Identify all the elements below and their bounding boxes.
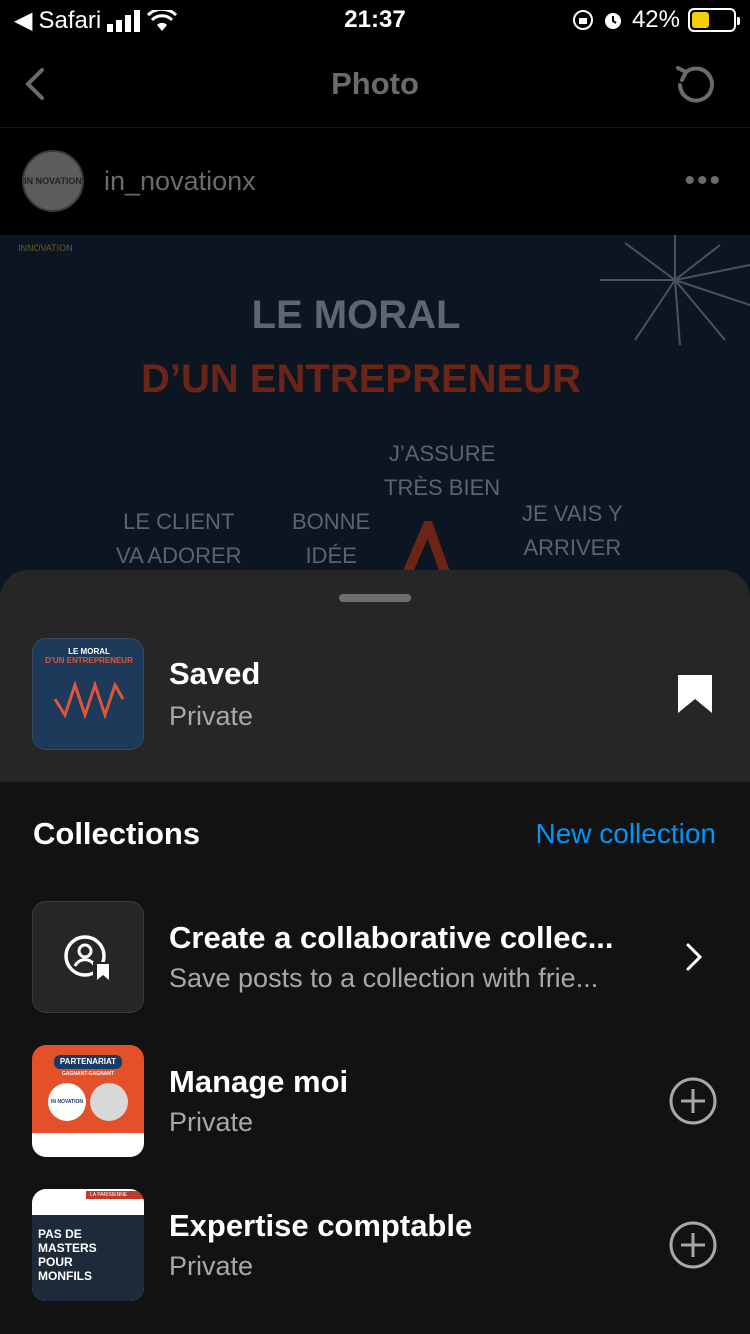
thumb-zigzag (53, 680, 125, 719)
collections-heading: Collections (33, 816, 201, 851)
page-title: Photo (331, 66, 419, 101)
saved-title[interactable]: Saved (169, 656, 260, 692)
plus-circle-icon[interactable] (668, 1220, 718, 1270)
post-header: IN NOVATION in_novationx ••• (0, 128, 750, 235)
collection-subtitle: Private (169, 1251, 254, 1281)
collaborative-collection-thumbnail[interactable] (32, 901, 144, 1013)
alarm-icon (604, 13, 621, 29)
thumb-graphic (90, 1083, 128, 1121)
post-image-word-group: BONNE IDÉE (292, 509, 371, 568)
collection-title[interactable]: Manage moi (169, 1064, 348, 1100)
collection-thumbnail[interactable]: PARTENARIAT GAGNANT-GAGNANT IN NOVATION (32, 1045, 144, 1157)
collection-thumbnail[interactable]: LA PARISIENNE PAS DE MASTERS POUR MONFIL… (32, 1189, 144, 1301)
sheet-handle[interactable] (339, 594, 411, 602)
chevron-right-icon[interactable] (684, 942, 704, 972)
status-bar: ◀ Safari 21:37 42% (0, 0, 750, 40)
collaborative-collection-title[interactable]: Create a collaborative collec... (169, 920, 614, 956)
post-image-title2: D’UN ENTREPRENEUR (140, 357, 582, 401)
collaborative-collection-subtitle: Save posts to a collection with frie... (169, 963, 599, 993)
post-image-title1: LE MORAL (251, 293, 461, 337)
collaborative-collection-icon (64, 935, 113, 982)
post-image-word-group: J’ASSURE TRÈS BIEN (384, 441, 501, 500)
collection-title[interactable]: Expertise comptable (169, 1208, 472, 1244)
more-icon[interactable]: ••• (684, 164, 722, 198)
refresh-icon[interactable] (670, 60, 720, 110)
post-username[interactable]: in_novationx (104, 166, 256, 197)
avatar[interactable]: IN NOVATION (22, 150, 84, 212)
saved-section: LE MORAL D'UN ENTREPRENEUR Saved Private (0, 570, 750, 782)
battery-icon (688, 8, 740, 32)
post-view: Photo IN NOVATION in_novationx ••• INNOV… (0, 40, 750, 635)
thumb-headline: PAS DE MASTERS POUR MONFILS (38, 1227, 97, 1283)
collection-subtitle: Private (169, 1107, 254, 1137)
battery-percent: 42% (631, 6, 680, 33)
thumb-footer (32, 1133, 144, 1157)
saved-subtitle: Private (169, 701, 254, 731)
orientation-lock-icon (572, 10, 593, 30)
nav-bar: Photo (0, 40, 750, 128)
post-image-word-group: LE CLIENT VA ADORER (116, 509, 242, 568)
post-image-word-group: JE VAIS Y ARRIVER (522, 501, 623, 560)
new-collection-button[interactable]: New collection (535, 818, 716, 850)
bookmark-icon[interactable] (676, 673, 714, 715)
post-image-logo: INNOVATION (18, 243, 73, 253)
saved-thumbnail: LE MORAL D'UN ENTREPRENEUR (32, 638, 144, 750)
plus-circle-icon[interactable] (668, 1076, 718, 1126)
save-sheet: LE MORAL D'UN ENTREPRENEUR Saved Private… (0, 570, 750, 1334)
status-right: 42% (572, 6, 740, 34)
